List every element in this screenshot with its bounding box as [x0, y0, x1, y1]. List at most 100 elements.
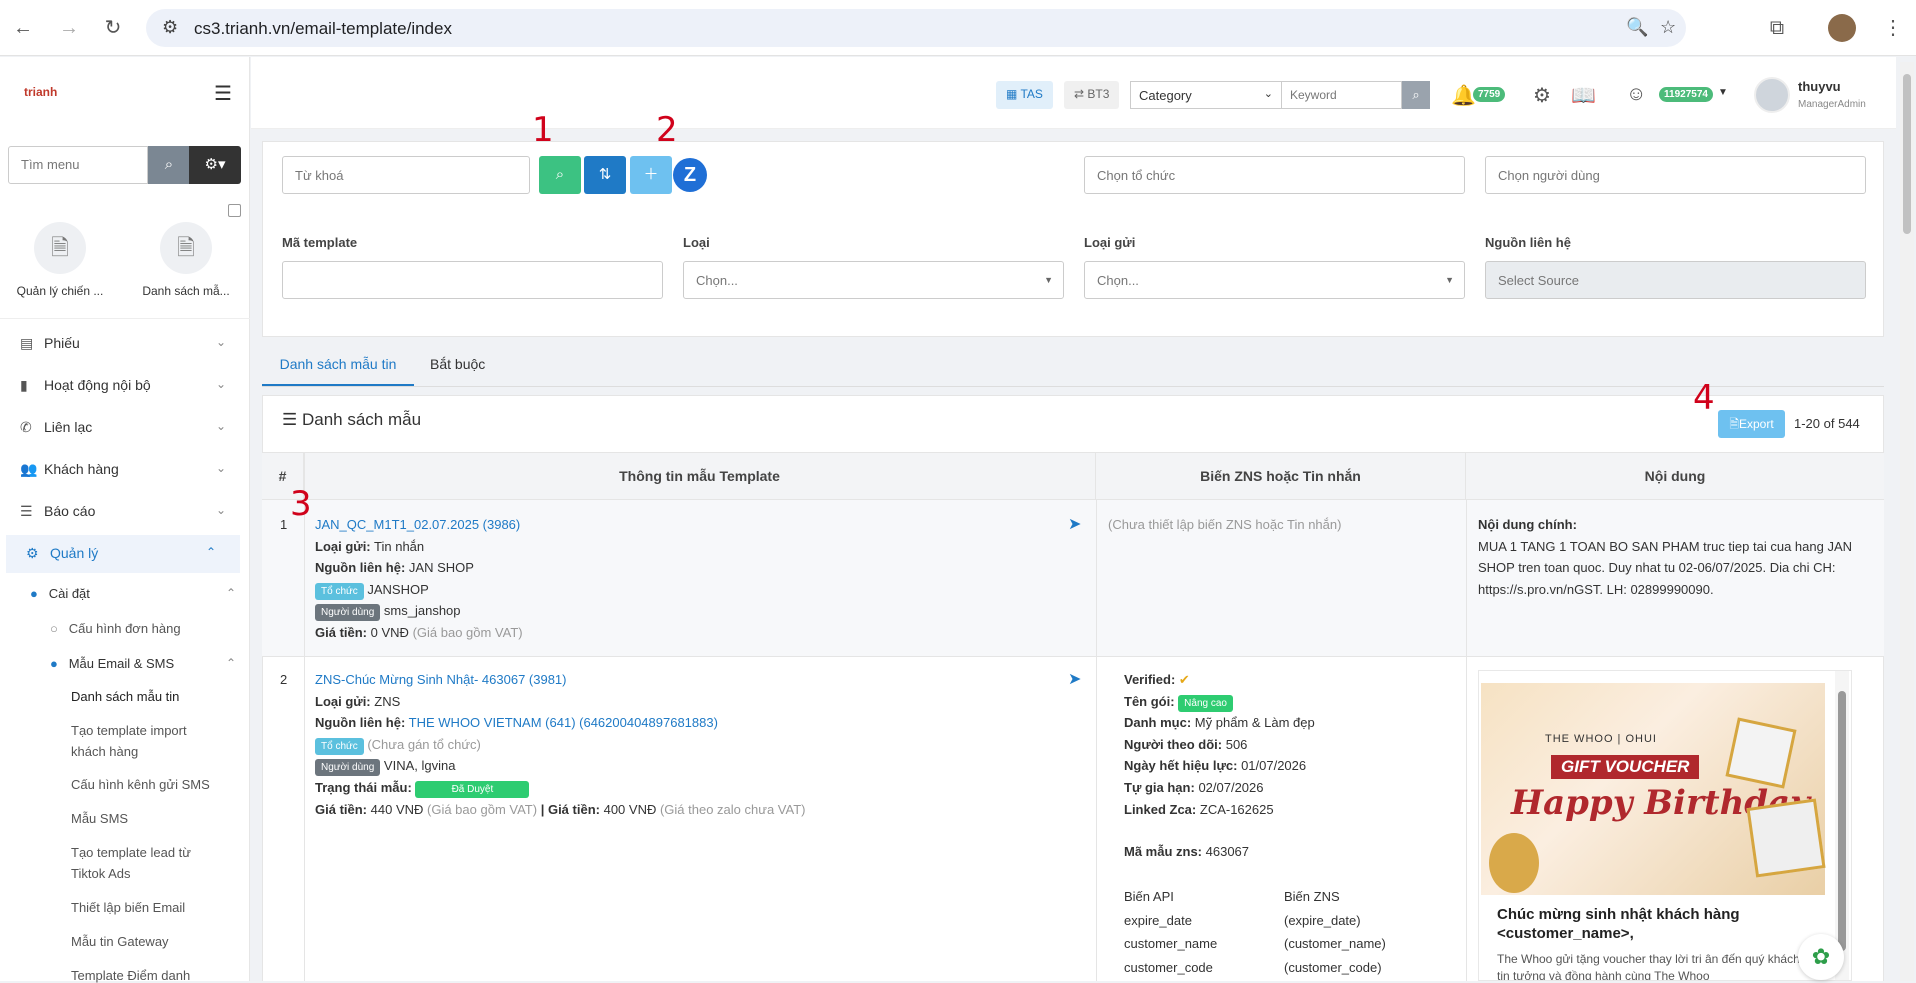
ma-template-label: Mã template [282, 235, 358, 250]
send-icon[interactable]: ➤ [1068, 514, 1081, 534]
row-info: ZNS-Chúc Mừng Sinh Nhật- 463067 (3981) L… [315, 672, 806, 817]
user-role: ManagerAdmin [1798, 99, 1866, 110]
row-info: JAN_QC_M1T1_02.07.2025 (3986) Loại gửi: … [315, 517, 523, 640]
quick-link-label: Danh sách mẫ... [142, 284, 230, 298]
org-select[interactable]: Chọn tổ chức [1084, 156, 1465, 194]
sidebar-item-khach-hang[interactable]: 👥 Khách hàng ⌄ [0, 451, 250, 489]
sidebar: trianh ☰ Tìm menu ⌕ ⚙▾ 🗎 Quản lý chiến .… [0, 57, 250, 983]
send-icon[interactable]: ➤ [1068, 669, 1081, 689]
quick-link-template-list[interactable]: 🗎 Danh sách mẫ... [126, 222, 246, 298]
browser-menu-icon[interactable]: ⋮ [1880, 16, 1906, 40]
row-index: 2 [280, 672, 288, 687]
sidebar-item-hoat-dong[interactable]: ▮ Hoạt động nội bộ ⌄ [0, 367, 250, 405]
keyword-input[interactable]: Keyword [1282, 81, 1402, 109]
chevron-down-icon: ⌄ [215, 503, 226, 517]
support-widget-icon[interactable]: ✿ [1798, 934, 1844, 980]
chevron-up-icon: ⌃ [205, 545, 216, 559]
search-icon: ⌕ [1412, 87, 1420, 102]
preview-heading: Chúc mừng sinh nhật khách hàng <customer… [1497, 906, 1740, 942]
menu-settings-button[interactable]: ⚙▾ [189, 146, 241, 184]
search-button[interactable]: ⌕ [539, 156, 581, 194]
bookmark-icon: ▮ [20, 377, 28, 393]
book-icon[interactable]: 📖 [1571, 83, 1596, 108]
ma-template-input[interactable] [282, 261, 663, 299]
preview-scrollbar[interactable] [1835, 671, 1849, 980]
package-badge: Nâng cao [1178, 694, 1233, 712]
bookmark-star-icon[interactable]: ☆ [1660, 17, 1676, 38]
menu-search-button[interactable]: ⌕ [148, 146, 190, 184]
sidebar-sub-mau-email-sms[interactable]: ● Mẫu Email & SMS ⌃ [50, 656, 236, 671]
points-badge[interactable]: 11927574 [1659, 87, 1713, 102]
sidebar-item-quan-ly[interactable]: ⚙ Quản lý ⌃ [6, 535, 240, 573]
url-text: cs3.trianh.vn/email-template/index [194, 19, 452, 38]
source-select[interactable]: Select Source [1485, 261, 1866, 299]
user-tag: Người dùng [315, 604, 381, 622]
keyword-filter-input[interactable]: Từ khoá [282, 156, 530, 194]
status-badge: Đã Duyệt [415, 780, 530, 798]
chevron-up-icon: ⌃ [225, 656, 236, 670]
browser-profile-avatar[interactable] [1828, 14, 1856, 42]
annotation-3: 3 [290, 484, 312, 524]
zns-info: Verified: ✔ Tên gói: Nâng cao Danh mục: … [1124, 672, 1315, 860]
page-scrollbar[interactable] [1900, 62, 1914, 981]
bt3-button[interactable]: ⇄ BT3 [1064, 81, 1120, 109]
add-button[interactable]: ＋ [630, 156, 672, 194]
loai-select[interactable]: Chọn... ▼ [683, 261, 1064, 299]
sidebar-item-lien-lac[interactable]: ✆ Liên lạc ⌄ [0, 409, 250, 447]
address-bar[interactable]: ⚙ cs3.trianh.vn/email-template/index 🔍 ☆ [146, 9, 1686, 47]
sort-button[interactable]: ⇅ [584, 156, 626, 194]
search-icon: ⌕ [164, 156, 174, 173]
zns-vars-table: Biến API Biến ZNS expire_date (expire_date… [1124, 889, 1386, 975]
user-select[interactable]: Chọn người dùng [1485, 156, 1866, 194]
chevron-down-icon: ⌄ [215, 377, 226, 391]
caret-down-icon: ▼ [1445, 275, 1454, 285]
document-icon: 🗎 [160, 222, 212, 274]
username[interactable]: thuyvu [1798, 79, 1841, 94]
list-icon: ☰ [20, 503, 33, 519]
caret-down-icon: ▼ [1044, 275, 1053, 285]
loai-label: Loại [683, 235, 710, 250]
extensions-icon[interactable]: ⧉ [1764, 16, 1790, 40]
gift-box-icon [1746, 798, 1826, 878]
user-avatar[interactable] [1754, 77, 1790, 113]
loai-gui-select[interactable]: Chọn... ▼ [1084, 261, 1465, 299]
chevron-up-icon: ⌃ [225, 586, 236, 600]
template-title-link[interactable]: ZNS-Chúc Mừng Sinh Nhật- 463067 (3981) [315, 672, 567, 687]
quick-link-label: Quản lý chiến ... [16, 284, 104, 298]
loai-gui-label: Loại gửi [1084, 235, 1136, 250]
gift-box-icon [1725, 717, 1797, 789]
export-button[interactable]: 🗎Export [1718, 410, 1785, 438]
sidebar-checkbox[interactable] [228, 204, 241, 217]
users-icon: 👥 [20, 461, 38, 477]
chevron-down-icon: ⌄ [1263, 88, 1273, 100]
reload-icon[interactable]: ↻ [100, 16, 126, 40]
tas-button[interactable]: ▦ TAS [996, 81, 1053, 109]
tab-bat-buoc[interactable]: Bắt buộc [430, 356, 485, 386]
tab-danh-sach-mau-tin[interactable]: Danh sách mẫu tin [262, 356, 414, 386]
forward-icon[interactable]: → [56, 16, 82, 40]
sidebar-item-bao-cao[interactable]: ☰ Báo cáo ⌄ [0, 493, 250, 531]
preview-body: The Whoo gửi tặng voucher thay lời tri â… [1497, 952, 1817, 981]
clipboard-icon: ▤ [20, 335, 34, 351]
menu-search-input[interactable]: Tìm menu [8, 146, 148, 184]
face-icon[interactable]: ☺ [1626, 83, 1646, 106]
zoom-icon[interactable]: 🔍 [1626, 17, 1648, 38]
zalo-icon[interactable]: Z [673, 158, 707, 192]
sidebar-item-phieu[interactable]: ▤ Phiếu ⌄ [0, 325, 250, 363]
keyword-search-button[interactable]: ⌕ [1402, 81, 1430, 109]
site-info-icon[interactable]: ⚙ [162, 17, 178, 38]
logo[interactable]: trianh [24, 85, 57, 99]
sidebar-sub-cai-dat[interactable]: ● Cài đặt ⌃ [30, 586, 236, 601]
back-icon[interactable]: ← [10, 16, 36, 40]
caret-down-icon[interactable]: ▼ [1718, 87, 1728, 98]
hamburger-icon[interactable]: ☰ [214, 81, 232, 106]
quick-link-campaign[interactable]: 🗎 Quản lý chiến ... [0, 222, 120, 298]
gear-icon[interactable]: ⚙ [1533, 83, 1551, 108]
search-icon: ⌕ [555, 166, 565, 183]
template-title-link[interactable]: JAN_QC_M1T1_02.07.2025 (3986) [315, 517, 520, 532]
sidebar-sub-cau-hinh-don-hang[interactable]: ○ Cấu hình đơn hàng [50, 621, 230, 636]
category-select[interactable]: Category ⌄ [1130, 81, 1282, 109]
row-index: 1 [280, 517, 288, 532]
zns-preview: THE WHOO | OHUI GIFT VOUCHER Happy Birth… [1478, 670, 1852, 981]
gear-icon: ⚙▾ [204, 156, 226, 173]
